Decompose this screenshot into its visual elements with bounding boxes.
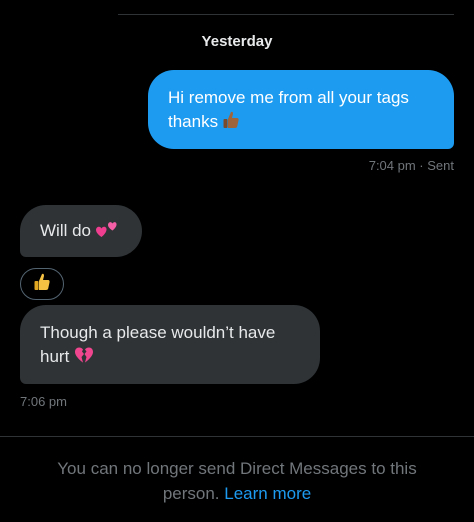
message-text: Will do (40, 221, 92, 240)
message-text-line: Hi remove me from all your tags (168, 88, 409, 107)
message-timestamp: 7:06 pm (20, 394, 67, 409)
bottom-divider (0, 436, 474, 437)
message-text-line: thanks (168, 112, 219, 131)
reaction-badge[interactable] (20, 268, 64, 300)
top-divider (118, 14, 454, 15)
broken-heart-icon (73, 345, 95, 372)
message-text-line: Though a please wouldn’t have (40, 323, 276, 342)
thumbs-up-icon (33, 272, 51, 297)
thumbs-up-icon (222, 110, 240, 137)
incoming-message-bubble[interactable]: Though a please wouldn’t have hurt (20, 305, 320, 384)
incoming-message-bubble[interactable]: Will do (20, 205, 142, 257)
outgoing-message-bubble[interactable]: Hi remove me from all your tags thanks (148, 70, 454, 149)
date-separator: Yesterday (201, 33, 273, 50)
learn-more-link[interactable]: Learn more (224, 484, 311, 503)
message-meta-sent: 7:04 pm · Sent (368, 158, 454, 173)
message-text-line: hurt (40, 347, 70, 366)
dm-disabled-notice: You can no longer send Direct Messages t… (40, 456, 434, 506)
two-hearts-icon (95, 219, 117, 246)
